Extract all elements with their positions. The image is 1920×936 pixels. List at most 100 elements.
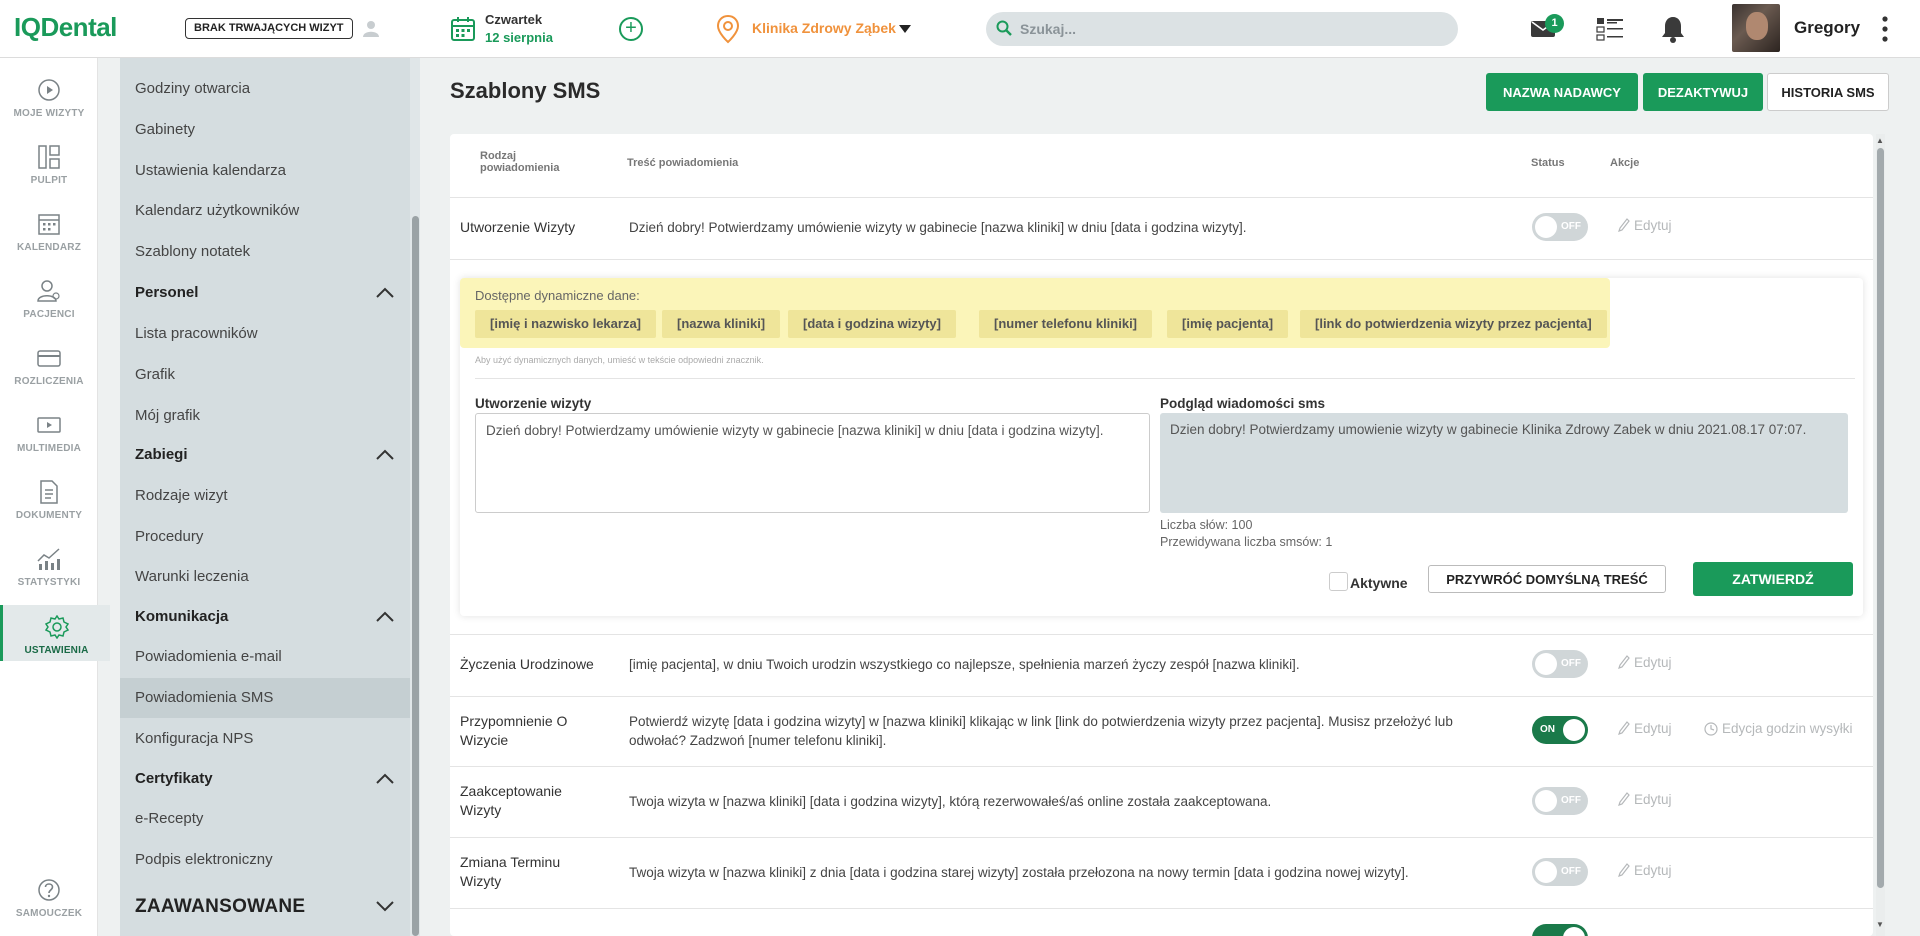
chevron-up-icon[interactable] (375, 611, 395, 623)
sidebar-item-email-notifications[interactable]: Powiadomienia e-mail (135, 648, 282, 665)
edit-button[interactable]: Edytuj (1618, 218, 1672, 233)
edit-label: Edytuj (1634, 792, 1672, 807)
chevron-down-icon[interactable] (375, 900, 395, 912)
sidebar-item-my-schedule[interactable]: Mój grafik (135, 407, 200, 424)
add-visit-button[interactable]: + (619, 17, 643, 41)
sidebar-item-procedures[interactable]: Procedury (135, 528, 203, 545)
edit-button[interactable]: Edytuj (1618, 792, 1672, 807)
active-checkbox[interactable] (1329, 572, 1348, 591)
no-active-visits-badge[interactable]: BRAK TRWAJĄCYCH WIZYT (185, 18, 353, 39)
row-divider (450, 696, 1873, 697)
active-checkbox-label[interactable]: Aktywne (1350, 575, 1408, 591)
nav-billing[interactable]: ROZLICZENIA (0, 346, 98, 406)
nav-statistics[interactable]: STATYSTYKI (0, 547, 98, 607)
dynamic-tag-clinic-name[interactable]: [nazwa kliniki] (662, 310, 781, 338)
dynamic-tag-visit-datetime[interactable]: [data i godzina wizyty] (788, 310, 956, 338)
toggle-knob (1563, 927, 1585, 936)
clinic-dropdown-caret-icon[interactable] (899, 25, 911, 33)
gear-icon (44, 615, 69, 639)
restore-default-button[interactable]: PRZYWRÓĆ DOMYŚLNĄ TREŚĆ (1428, 565, 1666, 593)
sidebar-item-calendar-settings[interactable]: Ustawienia kalendarza (135, 162, 286, 179)
sms-history-button[interactable]: HISTORIA SMS (1767, 73, 1889, 111)
dynamic-tag-doctor-name[interactable]: [imię i nazwisko lekarza] (475, 310, 657, 338)
clinic-selector[interactable]: Klinika Zdrowy Ząbek (752, 20, 896, 36)
column-header-actions: Akcje (1610, 157, 1640, 169)
more-options-icon[interactable] (1882, 16, 1888, 42)
sidebar-item-nps-config[interactable]: Konfiguracja NPS (135, 730, 253, 747)
sidebar-item-sms-notifications[interactable]: Powiadomienia SMS (135, 689, 273, 706)
calendar-icon[interactable] (450, 16, 476, 42)
sidebar-item-visit-types[interactable]: Rodzaje wizyt (135, 487, 228, 504)
status-toggle[interactable]: ON (1532, 716, 1588, 744)
settings-sidebar: Godziny otwarcia Gabinety Ustawienia kal… (120, 58, 410, 936)
dynamic-tag-clinic-phone[interactable]: [numer telefonu kliniki] (979, 310, 1153, 338)
status-toggle[interactable]: OFF (1532, 858, 1588, 886)
main-scrollbar-thumb[interactable] (1877, 148, 1884, 888)
dynamic-tag-confirm-link[interactable]: [link do potwierdzenia wizyty przez pacj… (1300, 310, 1607, 338)
current-date: 12 sierpnia (485, 30, 553, 45)
sidebar-item-treatment-conditions[interactable]: Warunki leczenia (135, 568, 249, 585)
sender-name-button[interactable]: NAZWA NADAWCY (1486, 73, 1638, 111)
chevron-up-icon[interactable] (375, 773, 395, 785)
row-divider (450, 837, 1873, 838)
sidebar-item-opening-hours[interactable]: Godziny otwarcia (135, 80, 250, 97)
nav-settings[interactable]: USTAWIENIA (0, 605, 110, 661)
sidebar-item-employees[interactable]: Lista pracowników (135, 325, 258, 342)
nav-calendar[interactable]: KALENDARZ (0, 212, 98, 272)
word-count: Liczba słów: 100 (1160, 518, 1253, 532)
sidebar-section-certyfikaty[interactable]: Certyfikaty (135, 770, 213, 787)
sms-templates-table: Rodzaj powiadomienia Treść powiadomienia … (450, 134, 1873, 936)
row-type: Zmiana Terminu Wizyty (460, 854, 561, 889)
nav-multimedia[interactable]: MULTIMEDIA (0, 413, 98, 473)
notifications-bell-icon[interactable] (1661, 15, 1685, 43)
sidebar-section-personel[interactable]: Personel (135, 284, 198, 301)
user-avatar[interactable] (1732, 4, 1780, 52)
sidebar-item-e-signature[interactable]: Podpis elektroniczny (135, 851, 273, 868)
sidebar-item-offices[interactable]: Gabinety (135, 121, 195, 138)
dynamic-tag-patient-name[interactable]: [imię pacjenta] (1167, 310, 1289, 338)
app-logo[interactable]: IQDental (14, 12, 117, 43)
nav-label: PACJENCI (23, 309, 75, 320)
chevron-up-icon[interactable] (375, 449, 395, 461)
template-edit-panel: Dostępne dynamiczne dane: [imię i nazwis… (460, 278, 1863, 616)
sidebar-section-komunikacja[interactable]: Komunikacja (135, 608, 228, 625)
scroll-down-arrow-icon[interactable]: ▼ (1876, 920, 1884, 929)
status-toggle[interactable] (1532, 924, 1588, 936)
nav-label: STATYSTYKI (17, 577, 81, 588)
status-toggle[interactable]: OFF (1532, 213, 1588, 241)
chevron-up-icon[interactable] (375, 287, 395, 299)
edit-button[interactable]: Edytuj (1618, 863, 1672, 878)
search-icon (996, 20, 1012, 36)
status-toggle[interactable]: OFF (1532, 650, 1588, 678)
clock-icon (1704, 722, 1718, 736)
nav-patients[interactable]: PACJENCI (0, 279, 98, 339)
status-toggle[interactable]: OFF (1532, 787, 1588, 815)
search-input[interactable] (986, 12, 1458, 46)
user-name[interactable]: Gregory (1794, 18, 1860, 38)
template-textarea[interactable] (475, 413, 1150, 513)
sidebar-item-users-calendar[interactable]: Kalendarz użytkowników (135, 202, 299, 219)
sidebar-scrollbar-thumb[interactable] (412, 216, 419, 936)
edit-button[interactable]: Edytuj (1618, 721, 1672, 736)
sidebar-item-note-templates[interactable]: Szablony notatek (135, 243, 250, 260)
row-content: Dzień dobry! Potwierdzamy umówienie wizy… (629, 220, 1247, 235)
toggle-label: OFF (1561, 221, 1581, 232)
edit-button[interactable]: Edytuj (1618, 655, 1672, 670)
panel-divider (475, 378, 1855, 379)
nav-tutorial[interactable]: SAMOUCZEK (0, 878, 98, 936)
nav-label: MOJE WIZYTY (13, 108, 85, 119)
nav-my-visits[interactable]: MOJE WIZYTY (0, 78, 98, 138)
nav-documents[interactable]: DOKUMENTY (0, 480, 98, 540)
nav-dashboard[interactable]: PULPIT (0, 145, 98, 205)
sidebar-section-advanced[interactable]: ZAAWANSOWANE (135, 896, 305, 918)
scroll-up-arrow-icon[interactable]: ▲ (1876, 136, 1884, 145)
row-content: Potwierdź wizytę [data i godzina wizyty]… (629, 714, 1453, 748)
sidebar-item-schedule[interactable]: Grafik (135, 366, 175, 383)
task-list-icon[interactable] (1596, 16, 1624, 42)
toggle-knob (1535, 216, 1557, 238)
sidebar-item-e-prescriptions[interactable]: e-Recepty (135, 810, 203, 827)
edit-send-hours-button[interactable]: Edycja godzin wysyłki (1704, 721, 1853, 736)
confirm-button[interactable]: ZATWIERDŹ (1693, 562, 1853, 596)
sidebar-section-zabiegi[interactable]: Zabiegi (135, 446, 188, 463)
deactivate-button[interactable]: DEZAKTYWUJ (1643, 73, 1763, 111)
